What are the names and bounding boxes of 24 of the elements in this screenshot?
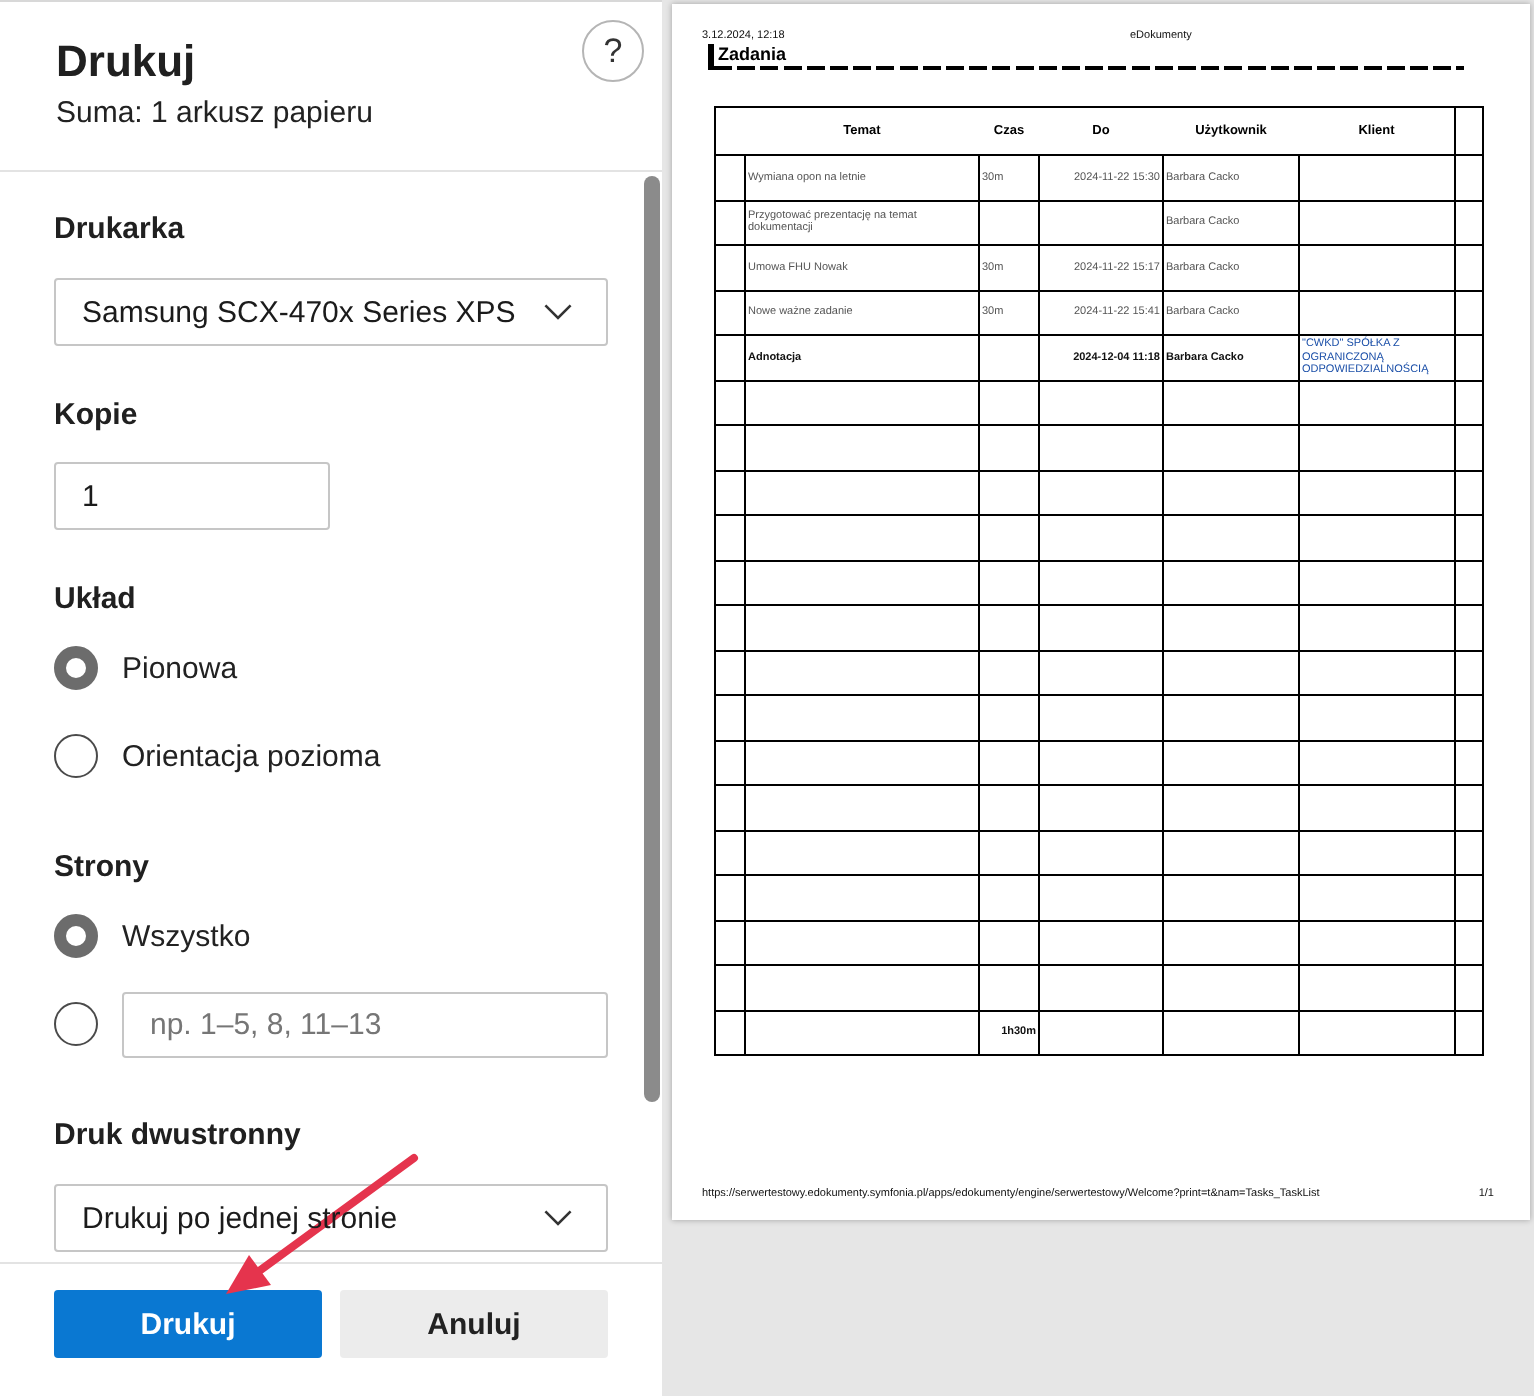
- dialog-title: Drukuj: [56, 36, 196, 88]
- radio-label[interactable]: Wszystko: [122, 919, 251, 953]
- report-heading: Zadania: [708, 44, 787, 70]
- print-button[interactable]: Drukuj: [54, 1290, 322, 1358]
- radio-label[interactable]: Pionowa: [122, 651, 238, 685]
- copies-field[interactable]: 1: [54, 462, 330, 530]
- chevron-down-icon: [544, 304, 572, 320]
- sheet-summary: Suma: 1 arkusz papieru: [56, 94, 373, 134]
- help-button[interactable]: ?: [582, 20, 644, 82]
- section-label: Strony: [54, 848, 150, 888]
- cancel-button[interactable]: Anuluj: [340, 1290, 608, 1358]
- radio-button[interactable]: [54, 734, 98, 778]
- radio-button[interactable]: [54, 1002, 98, 1046]
- section-label: Druk dwustronny: [54, 1116, 301, 1156]
- radio-label[interactable]: Orientacja pozioma: [122, 739, 381, 773]
- section-label: Kopie: [54, 396, 138, 436]
- section-label: Układ: [54, 580, 136, 620]
- radio-button[interactable]: [54, 914, 98, 958]
- radio-button[interactable]: [54, 646, 98, 690]
- dropdown[interactable]: Samsung SCX-470x Series XPS: [54, 278, 608, 346]
- section-label: Drukarka: [54, 210, 185, 250]
- chevron-down-icon: [544, 1210, 572, 1226]
- page-range-field[interactable]: np. 1–5, 8, 11–13: [122, 991, 608, 1057]
- scrollbar-thumb[interactable]: [644, 176, 660, 1102]
